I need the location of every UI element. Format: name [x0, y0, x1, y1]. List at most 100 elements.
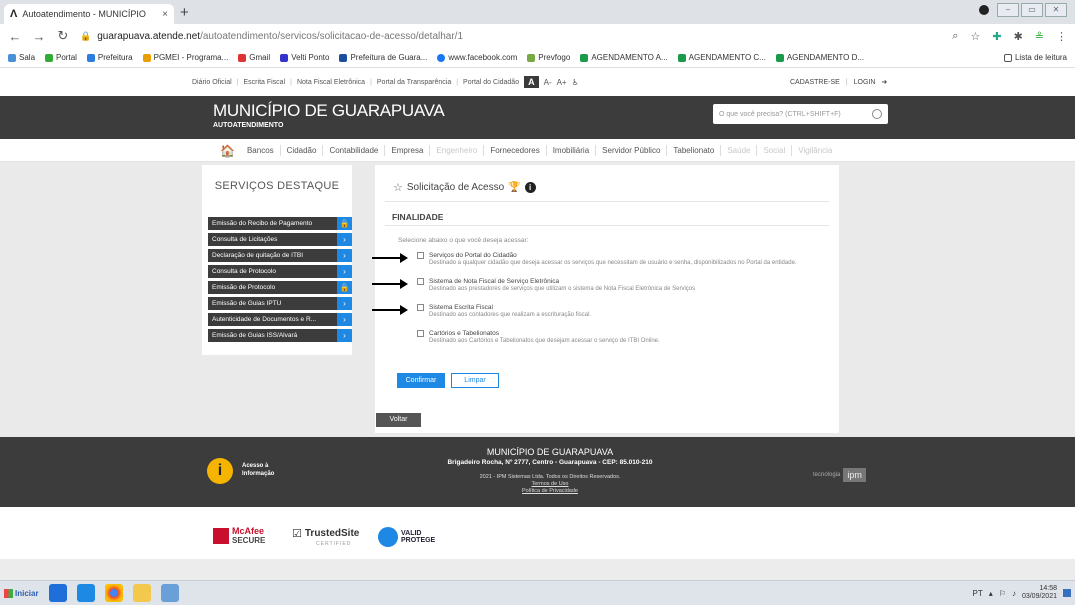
featured-service-item[interactable]: Consulta de Protocolo ›: [208, 265, 352, 278]
menu-item-imobiliaria[interactable]: Imobiliária: [553, 146, 589, 155]
back-icon[interactable]: ←: [8, 29, 22, 44]
clear-button[interactable]: Limpar: [451, 373, 499, 388]
reading-list[interactable]: Lista de leitura: [1003, 53, 1067, 62]
url-host: guarapuava.atende.net: [97, 30, 201, 42]
bookmark-item[interactable]: Sala: [8, 53, 35, 62]
login-link[interactable]: LOGIN: [854, 79, 876, 86]
menu-item-engenheiro[interactable]: Engenheiro: [436, 146, 477, 155]
featured-service-item[interactable]: Consulta de Licitações ›: [208, 233, 352, 246]
info-icon[interactable]: i: [524, 182, 536, 193]
menu-item-cidadao[interactable]: Cidadão: [287, 146, 317, 155]
terms-link[interactable]: Termos de Uso: [400, 481, 700, 487]
close-window-button[interactable]: ✕: [1045, 3, 1067, 17]
menu-item-tabelionato[interactable]: Tabelionato: [673, 146, 714, 155]
bookmark-star-icon[interactable]: ☆: [970, 30, 980, 43]
lock-icon: 🔒: [337, 281, 352, 294]
minimize-button[interactable]: –: [997, 3, 1019, 17]
bookmark-item[interactable]: PGMEI - Programa...: [142, 53, 228, 62]
maximize-button[interactable]: ▭: [1021, 3, 1043, 17]
menu-item-bancos[interactable]: Bancos: [247, 146, 274, 155]
puzzle-icon[interactable]: ✱: [1014, 30, 1023, 43]
bookmark-item[interactable]: Prevfogo: [527, 53, 570, 62]
privacy-link[interactable]: Política de Privacidade: [400, 488, 700, 494]
featured-service-item[interactable]: Emissão de Guias ISS/Alvará ›: [208, 329, 352, 342]
app-icon[interactable]: [160, 584, 179, 602]
confirm-button[interactable]: Confirmar: [397, 373, 445, 388]
option-checkbox[interactable]: [417, 278, 424, 285]
font-increase-button[interactable]: A+: [557, 78, 567, 87]
home-icon[interactable]: 🏠: [220, 144, 235, 158]
security-seals: McAfee SECURE ☑ TrustedSite CERTIFIED VAL…: [0, 507, 1075, 559]
search-icon[interactable]: [872, 109, 882, 119]
site-title: MUNICÍPIO DE GUARAPUAVA: [213, 101, 445, 120]
accessibility-icon[interactable]: ♿: [572, 78, 579, 87]
featured-service-item[interactable]: Declaração de quitação de ITBI ›: [208, 249, 352, 262]
bookmark-item[interactable]: Prefeitura: [86, 53, 133, 62]
option-checkbox[interactable]: [417, 330, 424, 337]
protege-seal[interactable]: VALID PROTEGE: [378, 527, 435, 547]
link-escrita-fiscal[interactable]: Escrita Fiscal: [244, 79, 286, 86]
menu-item-social[interactable]: Social: [763, 146, 785, 155]
bookmark-item[interactable]: www.facebook.com: [437, 53, 517, 62]
forward-icon[interactable]: →: [32, 29, 46, 44]
reload-icon[interactable]: ↻: [56, 28, 70, 44]
menu-item-contabilidade[interactable]: Contabilidade: [329, 146, 378, 155]
trustedsite-seal[interactable]: ☑ TrustedSite CERTIFIED: [292, 527, 359, 547]
profile-icon[interactable]: ≗: [1035, 30, 1044, 43]
option-checkbox[interactable]: [417, 304, 424, 311]
link-diario-oficial[interactable]: Diário Oficial: [192, 79, 232, 86]
featured-service-item[interactable]: Autenticidade de Documentos e R... ›: [208, 313, 352, 326]
search-input[interactable]: O que você precisa? (CTRL+SHIFT+F): [713, 104, 888, 124]
featured-service-item[interactable]: Emissão de Protocolo 🔒: [208, 281, 352, 294]
clock[interactable]: 14:58 03/09/2021: [1022, 585, 1057, 601]
bookmark-item[interactable]: Prefeitura de Guara...: [339, 53, 427, 62]
volume-icon[interactable]: ♪: [1012, 589, 1016, 598]
link-portal-cidadao[interactable]: Portal do Cidadão: [463, 79, 519, 86]
menu-item-fornecedores[interactable]: Fornecedores: [490, 146, 539, 155]
footer-address: Brigadeiro Rocha, Nº 2777, Centro - Guar…: [447, 459, 653, 466]
menu-item-saude[interactable]: Saúde: [727, 146, 750, 155]
link-transparencia[interactable]: Portal da Transparência: [377, 79, 451, 86]
network-icon[interactable]: ⚐: [999, 589, 1006, 598]
menu-item-servidor-publico[interactable]: Servidor Público: [602, 146, 660, 155]
mcafee-seal[interactable]: McAfee SECURE: [213, 527, 265, 545]
back-button[interactable]: Voltar: [376, 413, 421, 427]
featured-service-item[interactable]: Emissão do Recibo de Pagamento 🔒: [208, 217, 352, 230]
access-info-link[interactable]: Acesso à Informação: [242, 462, 274, 478]
bookmark-item[interactable]: Velti Ponto: [280, 53, 329, 62]
address-bar[interactable]: 🔒 guarapuava.atende.net /autoatendimento…: [80, 27, 942, 45]
favorite-star-icon[interactable]: ☆: [393, 181, 403, 194]
menu-item-empresa[interactable]: Empresa: [391, 146, 423, 155]
tab-close-icon[interactable]: ×: [162, 9, 168, 20]
menu-icon[interactable]: ⋮: [1056, 30, 1067, 43]
site-logo[interactable]: MUNICÍPIO DE GUARAPUAVA AUTOATENDIMENTO: [213, 101, 445, 129]
browser-tab[interactable]: Λ Autoatendimento - MUNICÍPIO ×: [4, 4, 174, 24]
access-info-icon[interactable]: i: [207, 458, 233, 484]
extension-icon[interactable]: ✚: [992, 30, 1001, 43]
bookmark-item[interactable]: Gmail: [238, 53, 270, 62]
register-link[interactable]: CADASTRE-SE: [790, 79, 840, 86]
outlook-icon[interactable]: [76, 584, 95, 602]
show-desktop-icon[interactable]: [1063, 589, 1071, 597]
option-checkbox[interactable]: [417, 252, 424, 259]
start-button[interactable]: Iniciar: [4, 588, 39, 598]
bookmark-item[interactable]: AGENDAMENTO C...: [677, 53, 766, 62]
chrome-icon[interactable]: [104, 584, 123, 602]
ie-icon[interactable]: [48, 584, 67, 602]
bookmark-item[interactable]: AGENDAMENTO A...: [580, 53, 668, 62]
zoom-icon[interactable]: ⌕: [952, 30, 958, 43]
check-icon: ☑: [292, 528, 302, 540]
new-tab-button[interactable]: +: [180, 4, 189, 21]
featured-service-item[interactable]: Emissão de Guias IPTU ›: [208, 297, 352, 310]
language-indicator[interactable]: PT: [973, 589, 983, 598]
link-nota-fiscal[interactable]: Nota Fiscal Eletrônica: [297, 79, 365, 86]
contrast-button[interactable]: A: [524, 76, 539, 88]
bookmark-item[interactable]: AGENDAMENTO D...: [775, 53, 864, 62]
bookmark-item[interactable]: Portal: [45, 53, 77, 62]
arrow-icon: [372, 279, 408, 289]
menu-item-vigilancia[interactable]: Vigilância: [798, 146, 832, 155]
folder-icon[interactable]: [132, 584, 151, 602]
ipm-logo[interactable]: tecnologia ipm: [813, 468, 866, 482]
font-decrease-button[interactable]: A-: [544, 78, 552, 87]
tray-icon[interactable]: ▴: [989, 589, 993, 598]
